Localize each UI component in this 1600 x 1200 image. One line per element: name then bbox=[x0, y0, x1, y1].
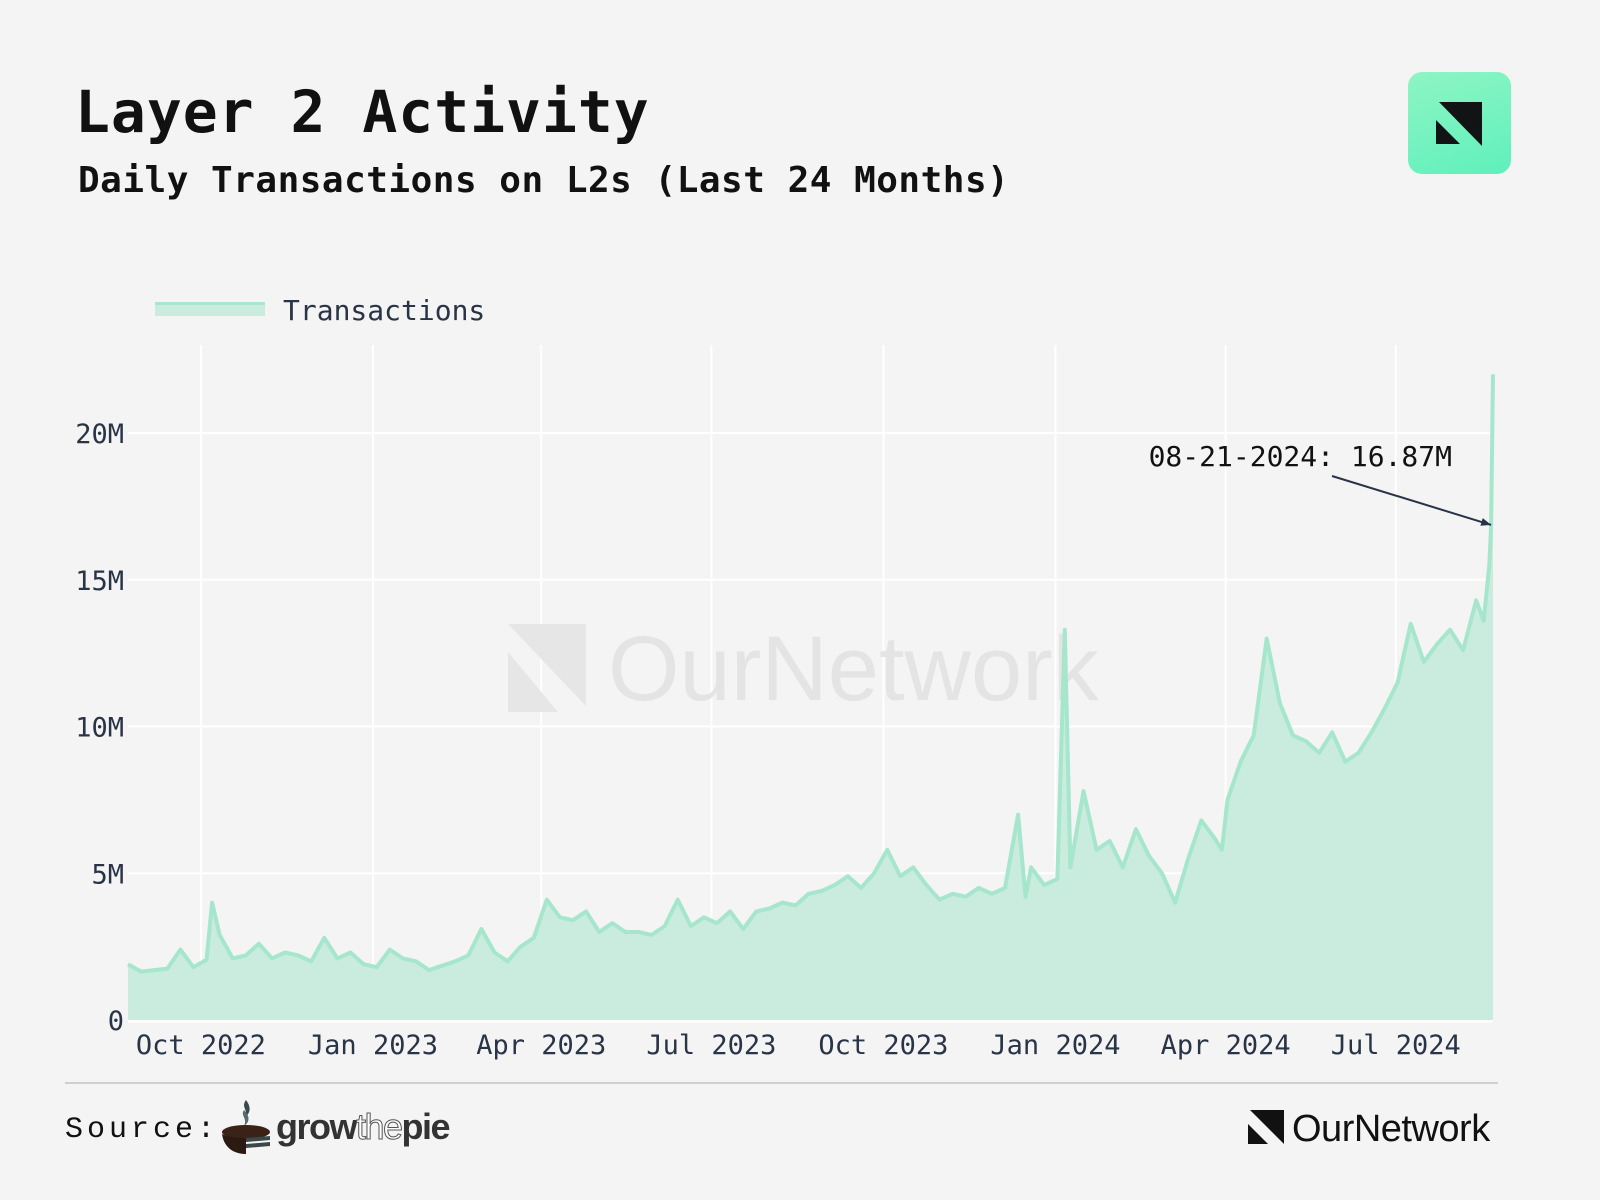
x-tick-label: Oct 2022 bbox=[136, 1030, 266, 1061]
footer-divider bbox=[65, 1082, 1498, 1084]
peak-annotation: 08-21-2024: 16.87M bbox=[1149, 440, 1492, 526]
y-tick-label: 20M bbox=[75, 419, 124, 450]
watermark-text: OurNetwork bbox=[608, 618, 1100, 720]
x-tick-label: Apr 2024 bbox=[1161, 1030, 1291, 1061]
x-tick-label: Oct 2023 bbox=[818, 1030, 948, 1061]
source-label: Source: bbox=[65, 1113, 220, 1147]
annotation-label: 08-21-2024: 16.87M bbox=[1149, 440, 1452, 473]
ournetwork-watermark: OurNetwork bbox=[508, 618, 1100, 720]
ournetwork-footer-wordmark: OurNetwork bbox=[1292, 1108, 1490, 1150]
y-tick-label: 10M bbox=[75, 713, 124, 744]
x-tick-label: Jan 2023 bbox=[308, 1030, 438, 1061]
y-tick-label: 15M bbox=[75, 566, 124, 597]
x-tick-label: Apr 2023 bbox=[476, 1030, 606, 1061]
growthepie-wordmark: growthepie bbox=[276, 1106, 451, 1148]
growthepie-word-grow: grow bbox=[276, 1106, 358, 1147]
y-tick-label: 0 bbox=[108, 1006, 124, 1037]
growthepie-word-the: the bbox=[356, 1106, 404, 1148]
y-axis-ticks: 0 5M 10M 15M 20M bbox=[75, 419, 124, 1037]
growthepie-word-pie: pie bbox=[401, 1106, 451, 1147]
y-tick-label: 5M bbox=[91, 859, 124, 890]
growthepie-pie-icon bbox=[222, 1100, 270, 1154]
growthepie-logo[interactable]: growthepie bbox=[220, 1098, 451, 1158]
x-tick-label: Jan 2024 bbox=[990, 1030, 1120, 1061]
x-axis-ticks: Oct 2022 Jan 2023 Apr 2023 Jul 2023 Oct 2023… bbox=[136, 1030, 1461, 1061]
area-chart: OurNetwork 0 5M 10M 15M 20M Oct 2022 Jan 2023… bbox=[75, 345, 1495, 1061]
x-tick-label: Jul 2023 bbox=[646, 1030, 776, 1061]
ournetwork-footer-brand[interactable]: OurNetwork bbox=[1248, 1108, 1490, 1150]
ournetwork-footer-mark-icon bbox=[1248, 1110, 1284, 1144]
annotation-arrow bbox=[1331, 475, 1492, 526]
x-tick-label: Jul 2024 bbox=[1331, 1030, 1461, 1061]
